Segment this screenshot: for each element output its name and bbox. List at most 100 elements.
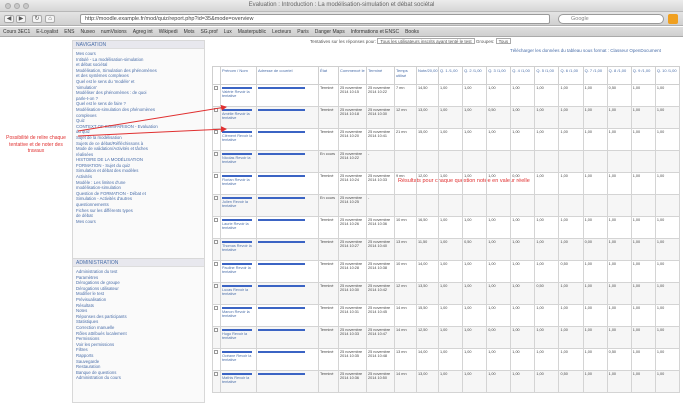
row-checkbox[interactable]: [214, 174, 218, 178]
question-grade[interactable]: 1,00: [510, 106, 536, 129]
bookmark-item[interactable]: Nuxeo: [77, 27, 97, 36]
cell-grade[interactable]: 13,00: [416, 370, 439, 393]
question-grade[interactable]: 1,00: [654, 172, 681, 195]
question-grade[interactable]: 1,00: [534, 216, 560, 239]
cell-name[interactable]: Amélie Revoir la tentative: [220, 106, 257, 129]
user-name-link[interactable]: [222, 153, 252, 155]
column-header[interactable]: État: [318, 66, 339, 85]
row-checkbox[interactable]: [214, 152, 218, 156]
question-grade[interactable]: 1,00: [510, 282, 536, 305]
question-grade[interactable]: 1,00: [654, 304, 681, 327]
question-grade[interactable]: [437, 194, 464, 217]
url-field[interactable]: http://moodle.example.fr/mod/quiz/report…: [80, 14, 550, 24]
cell-checkbox[interactable]: [212, 106, 221, 129]
question-grade[interactable]: 1,00: [437, 326, 464, 349]
question-grade[interactable]: 1,00: [582, 348, 608, 371]
search-input[interactable]: Google: [558, 14, 664, 24]
review-attempt-link[interactable]: Lucas Revoir la tentative: [222, 288, 248, 296]
bookmark-item[interactable]: Lecteurs: [269, 27, 294, 36]
column-header[interactable]: Q. 8 /1,00: [606, 66, 632, 85]
cell-name[interactable]: Océane Revoir la tentative: [220, 348, 257, 371]
column-header[interactable]: Adresse de courriel: [256, 66, 319, 85]
cell-name[interactable]: Pauline Revoir la tentative: [220, 260, 257, 283]
column-header[interactable]: Q. 5 /1,00: [534, 66, 560, 85]
column-header[interactable]: Q. 7 /1,00: [582, 66, 608, 85]
question-grade[interactable]: 0,00: [486, 326, 512, 349]
row-checkbox[interactable]: [214, 262, 218, 266]
question-grade[interactable]: 1,00: [582, 304, 608, 327]
admin-item[interactable]: Administration du cours: [76, 375, 201, 381]
question-grade[interactable]: 1,00: [486, 260, 512, 283]
question-grade[interactable]: 1,00: [558, 172, 584, 195]
question-grade[interactable]: 1,00: [558, 282, 584, 305]
question-grade[interactable]: 1,00: [582, 106, 608, 129]
home-button[interactable]: ⌂: [45, 15, 55, 23]
cell-name[interactable]: Florian Revoir la tentative: [220, 172, 257, 195]
cell-checkbox[interactable]: [212, 216, 221, 239]
question-grade[interactable]: 1,00: [654, 348, 681, 371]
row-checkbox[interactable]: [214, 306, 218, 310]
cell-name[interactable]: Nicolas Revoir la tentative: [220, 150, 257, 173]
question-grade[interactable]: 1,00: [558, 216, 584, 239]
question-grade[interactable]: 1,00: [558, 84, 584, 107]
question-grade[interactable]: 1,00: [534, 128, 560, 151]
question-grade[interactable]: 0,00: [582, 238, 608, 261]
question-grade[interactable]: 1,00: [654, 370, 681, 393]
review-attempt-link[interactable]: Hugo Revoir la tentative: [222, 332, 247, 340]
question-grade[interactable]: [582, 194, 608, 217]
cell-name[interactable]: Mathis Revoir la tentative: [220, 370, 257, 393]
question-grade[interactable]: 1,00: [654, 216, 681, 239]
cell-grade[interactable]: [416, 150, 439, 173]
bookmark-item[interactable]: ENS: [61, 27, 77, 36]
cell-grade[interactable]: 12,50: [416, 326, 439, 349]
bookmark-item[interactable]: SG.prof: [197, 27, 220, 36]
question-grade[interactable]: 1,00: [534, 238, 560, 261]
column-header[interactable]: Commencé le: [338, 66, 367, 85]
column-header[interactable]: Q. 9 /1,00: [630, 66, 656, 85]
question-grade[interactable]: [654, 194, 681, 217]
question-grade[interactable]: [606, 194, 632, 217]
question-grade[interactable]: 0,50: [606, 348, 632, 371]
cell-name[interactable]: Clément Revoir la tentative: [220, 128, 257, 151]
question-grade[interactable]: [534, 150, 560, 173]
cell-name[interactable]: Hugo Revoir la tentative: [220, 326, 257, 349]
user-name-link[interactable]: [222, 109, 252, 111]
question-grade[interactable]: 1,00: [437, 238, 464, 261]
question-grade[interactable]: 1,00: [606, 326, 632, 349]
question-grade[interactable]: [558, 194, 584, 217]
question-grade[interactable]: 1,00: [606, 216, 632, 239]
question-grade[interactable]: [462, 194, 488, 217]
bookmark-item[interactable]: Books: [402, 27, 422, 36]
question-grade[interactable]: 1,00: [654, 84, 681, 107]
question-grade[interactable]: 1,00: [534, 84, 560, 107]
download-link[interactable]: Télécharger les données du tableau sous …: [510, 48, 661, 53]
question-grade[interactable]: [437, 150, 464, 173]
question-grade[interactable]: 1,00: [582, 282, 608, 305]
question-grade[interactable]: 1,00: [558, 326, 584, 349]
question-grade[interactable]: [462, 150, 488, 173]
question-grade[interactable]: [558, 150, 584, 173]
user-name-link[interactable]: [222, 197, 252, 199]
question-grade[interactable]: 1,00: [582, 128, 608, 151]
row-checkbox[interactable]: [214, 108, 218, 112]
question-grade[interactable]: 1,00: [654, 238, 681, 261]
user-name-link[interactable]: [222, 263, 252, 265]
question-grade[interactable]: 1,00: [654, 106, 681, 129]
cell-name[interactable]: Manon Revoir la tentative: [220, 304, 257, 327]
question-grade[interactable]: 1,00: [437, 348, 464, 371]
user-name-link[interactable]: [222, 131, 252, 133]
question-grade[interactable]: [630, 194, 656, 217]
question-grade[interactable]: 1,00: [510, 238, 536, 261]
question-grade[interactable]: 1,00: [486, 238, 512, 261]
question-grade[interactable]: 1,00: [630, 106, 656, 129]
cell-checkbox[interactable]: [212, 150, 221, 173]
question-grade[interactable]: 1,00: [582, 370, 608, 393]
attempts-select[interactable]: Tous les utilisateurs inscrits ayant ten…: [377, 38, 475, 44]
question-grade[interactable]: [630, 150, 656, 173]
question-grade[interactable]: 1,00: [486, 172, 512, 195]
question-grade[interactable]: 1,00: [510, 348, 536, 371]
question-grade[interactable]: 1,00: [486, 84, 512, 107]
bookmark-item[interactable]: numVisions: [98, 27, 130, 36]
row-checkbox[interactable]: [214, 218, 218, 222]
question-grade[interactable]: 0,50: [462, 238, 488, 261]
